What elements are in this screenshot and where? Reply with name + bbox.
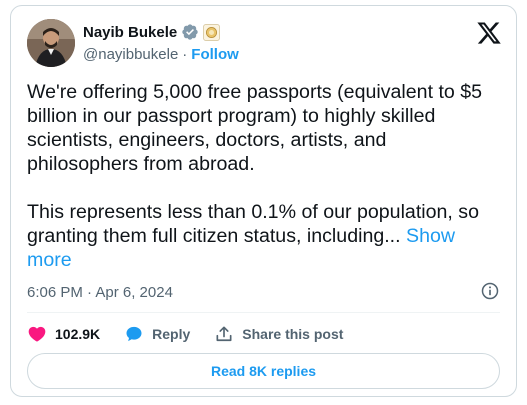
info-icon[interactable] <box>480 281 500 301</box>
author-name-row: Nayib Bukele <box>83 23 221 41</box>
x-logo-icon[interactable] <box>476 20 502 46</box>
heart-icon <box>28 326 46 342</box>
tweet-card[interactable]: Nayib Bukele @nayibbukele · Follow We're… <box>10 5 517 397</box>
handle-separator: · <box>182 46 188 63</box>
reply-bubble-icon <box>126 326 142 342</box>
read-replies-button[interactable]: Read 8K replies <box>27 353 500 389</box>
government-seal-icon <box>203 23 221 41</box>
like-count: 102.9K <box>55 326 101 342</box>
read-replies-label: Read 8K replies <box>210 363 317 379</box>
author-handle-row: @nayibbukele · Follow <box>83 46 239 63</box>
action-bar: 102.9K Reply Share this post <box>27 321 367 347</box>
author-handle[interactable]: @nayibbukele <box>83 46 178 63</box>
share-label: Share this post <box>242 326 344 342</box>
reply-label: Reply <box>152 326 191 342</box>
author-display-name[interactable]: Nayib Bukele <box>83 24 177 41</box>
avatar-image <box>27 19 75 67</box>
follow-link[interactable]: Follow <box>191 46 239 63</box>
share-upload-icon <box>216 326 232 342</box>
reply-button[interactable]: Reply <box>124 324 190 344</box>
tweet-text-paragraph-1: We're offering 5,000 free passports (equ… <box>27 81 488 175</box>
tweet-text: We're offering 5,000 free passports (equ… <box>27 80 487 272</box>
verified-badge-icon <box>182 24 198 40</box>
tweet-timestamp[interactable]: 6:06 PM · Apr 6, 2024 <box>27 284 173 301</box>
divider <box>27 312 500 313</box>
avatar[interactable] <box>27 19 75 67</box>
share-button[interactable]: Share this post <box>214 324 343 344</box>
like-button[interactable]: 102.9K <box>27 324 100 344</box>
